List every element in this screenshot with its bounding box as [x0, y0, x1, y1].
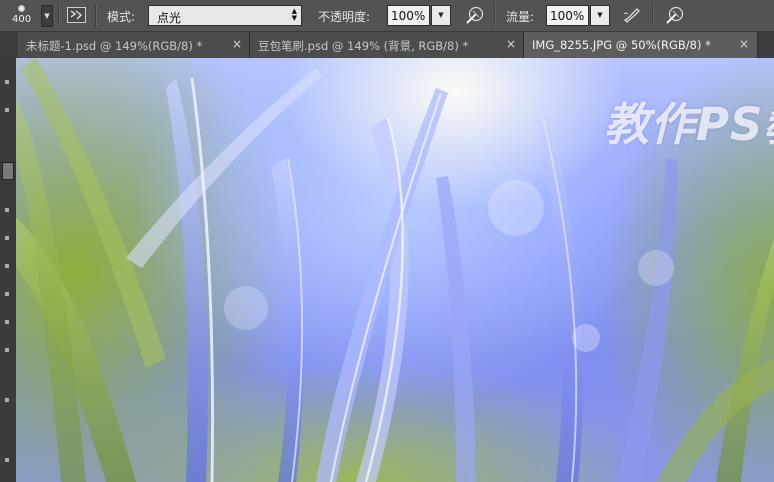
tab-img-8255[interactable]: IMG_8255.JPG @ 50%(RGB/8) * × [524, 32, 758, 58]
tablet-pressure-icon [666, 6, 684, 24]
brush-tip-icon [18, 5, 25, 12]
blend-mode-select[interactable]: 点光 ▲ ▼ [148, 5, 302, 26]
tool-icon[interactable] [5, 320, 9, 324]
tool-icon[interactable] [5, 236, 9, 240]
airbrush-button[interactable] [622, 5, 643, 25]
tab-title: IMG_8255.JPG @ 50%(RGB/8) * [532, 38, 711, 52]
tool-icon[interactable] [5, 292, 9, 296]
document-canvas[interactable]: 教作PS敎 [16, 58, 774, 482]
opacity-input[interactable]: 100% [387, 5, 430, 26]
brush-panel-icon [67, 7, 86, 23]
flow-dropdown[interactable]: ▼ [590, 5, 610, 26]
separator [95, 4, 96, 27]
separator [652, 4, 653, 27]
tab-title: 未标题-1.psd @ 149%(RGB/8) * [26, 39, 203, 53]
tablet-pressure-icon [466, 6, 484, 24]
tool-icon[interactable] [5, 348, 9, 352]
tool-icon[interactable] [5, 208, 9, 212]
separator [58, 4, 59, 27]
tablet-size-pressure-button[interactable] [664, 5, 685, 25]
blend-mode-value: 点光 [157, 11, 182, 25]
separator [494, 4, 495, 27]
document-tab-bar: 未标题-1.psd @ 149%(RGB/8) * × 豆包笔刷.psd @ 1… [0, 32, 774, 58]
brush-preset-picker[interactable]: 400 [4, 2, 42, 28]
tablet-opacity-pressure-button[interactable] [464, 5, 485, 25]
tool-icon[interactable] [5, 398, 9, 402]
brush-size: 400 [12, 14, 32, 25]
tools-panel-strip [0, 58, 17, 482]
tool-icon[interactable] [5, 80, 9, 84]
tool-icon[interactable] [5, 264, 9, 268]
close-icon[interactable]: × [232, 37, 242, 51]
airbrush-icon [623, 8, 640, 23]
tab-doubao-brush[interactable]: 豆包笔刷.psd @ 149% (背景, RGB/8) * × [250, 32, 524, 58]
brush-panel-toggle[interactable] [66, 5, 87, 25]
watermark-text: 教作PS敎 [604, 98, 774, 151]
mode-label: 模式: [107, 10, 136, 24]
tab-title: 豆包笔刷.psd @ 149% (背景, RGB/8) * [258, 39, 469, 53]
options-bar: 400 ▼ 模式: 点光 ▲ ▼ 不透明度: 100% ▼ 流量: 100% ▼ [0, 0, 774, 32]
close-icon[interactable]: × [739, 37, 749, 51]
brush-preset-dropdown[interactable]: ▼ [41, 5, 53, 27]
flow-input[interactable]: 100% [546, 5, 589, 26]
close-icon[interactable]: × [506, 37, 516, 51]
tool-icon[interactable] [5, 458, 9, 462]
opacity-dropdown[interactable]: ▼ [431, 5, 451, 26]
tool-icon[interactable] [5, 108, 9, 112]
brush-tool-icon[interactable] [2, 162, 14, 180]
updown-arrows-icon: ▲ ▼ [291, 7, 297, 22]
opacity-label: 不透明度: [318, 10, 371, 24]
flow-label: 流量: [506, 10, 535, 24]
tab-untitled-1[interactable]: 未标题-1.psd @ 149%(RGB/8) * × [18, 32, 250, 58]
